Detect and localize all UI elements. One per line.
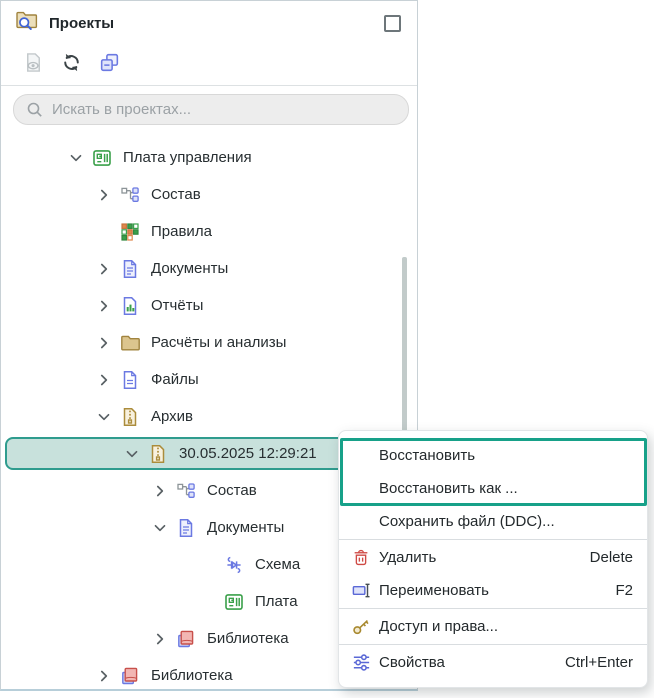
board-icon [223, 591, 245, 613]
chevron-right-icon[interactable] [153, 629, 175, 649]
icon-spacer [351, 445, 379, 467]
menu-item-label: Свойства [379, 654, 445, 671]
library-icon [175, 628, 197, 650]
tree-item-label: Расчёты и анализы [151, 334, 287, 351]
chevron-right-icon[interactable] [97, 259, 119, 279]
tree-row[interactable]: Отчёты [1, 287, 417, 324]
file-icon [119, 369, 141, 391]
report-icon [119, 295, 141, 317]
search-box [13, 94, 409, 125]
tree-item-label: Правила [151, 223, 212, 240]
doc-icon [175, 517, 197, 539]
icon-spacer [351, 511, 379, 533]
chevron-down-icon[interactable] [97, 407, 119, 427]
menu-separator [339, 539, 647, 540]
menu-item-shortcut: Ctrl+Enter [565, 654, 633, 671]
tree-item-label: Состав [151, 186, 201, 203]
chevron-right-icon[interactable] [97, 370, 119, 390]
collapse-all-icon [98, 51, 121, 77]
board-icon [91, 147, 113, 169]
rename-icon [351, 580, 379, 602]
chevron-down-icon[interactable] [153, 518, 175, 538]
tree-row[interactable]: Документы [1, 250, 417, 287]
menu-item[interactable]: Восстановить [339, 439, 647, 472]
menu-item[interactable]: Удалить Delete [339, 541, 647, 574]
sliders-icon [351, 652, 379, 674]
library-icon [119, 665, 141, 687]
tree-item-label: Архив [151, 408, 194, 425]
menu-item-label: Доступ и права... [379, 618, 498, 635]
doc-icon [119, 258, 141, 280]
archive-icon [147, 443, 169, 465]
float-window-button[interactable] [384, 14, 401, 32]
chevron-right-icon[interactable] [97, 185, 119, 205]
menu-item-label: Удалить [379, 549, 437, 566]
preview-document-button [21, 51, 46, 76]
structure-icon [175, 480, 197, 502]
tree-item-label: Плата управления [123, 149, 252, 166]
icon-spacer [351, 478, 379, 500]
chevron-right-icon[interactable] [97, 666, 119, 686]
tree-item-label: Файлы [151, 371, 199, 388]
tree-item-label: Схема [255, 556, 301, 573]
tree-item-label: Плата [255, 593, 298, 610]
menu-item-shortcut: Delete [589, 549, 633, 566]
menu-item[interactable]: Сохранить файл (DDC)... [339, 505, 647, 538]
context-menu: Восстановить Восстановить как ... Сохранит… [338, 430, 648, 688]
menu-separator [339, 644, 647, 645]
archive-icon [119, 406, 141, 428]
panel-header: Проекты [1, 1, 417, 45]
chevron-down-icon[interactable] [69, 148, 91, 168]
tree-item-label: Библиотека [207, 630, 289, 647]
tree-item-label: 30.05.2025 12:29:21 [179, 445, 317, 462]
menu-item-label: Сохранить файл (DDC)... [379, 513, 555, 530]
menu-item[interactable]: Доступ и права... [339, 610, 647, 643]
collapse-all-button[interactable] [97, 51, 122, 76]
rules-icon [119, 221, 141, 243]
chevron-down-icon[interactable] [125, 444, 147, 464]
tree-row[interactable]: Состав [1, 176, 417, 213]
key-icon [351, 616, 379, 638]
menu-separator [339, 608, 647, 609]
refresh-button[interactable] [59, 51, 84, 76]
chevron-right-icon[interactable] [97, 296, 119, 316]
menu-item[interactable]: Свойства Ctrl+Enter [339, 646, 647, 679]
toolbar [1, 45, 417, 86]
tree-item-label: Документы [207, 519, 285, 536]
menu-item-label: Переименовать [379, 582, 489, 599]
tree-item-label: Состав [207, 482, 257, 499]
menu-item-shortcut: F2 [615, 582, 633, 599]
refresh-icon [60, 51, 83, 77]
chevron-right-icon[interactable] [97, 333, 119, 353]
tree-row[interactable]: Расчёты и анализы [1, 324, 417, 361]
folder-icon [119, 332, 141, 354]
menu-item-label: Восстановить [379, 447, 476, 464]
trash-icon [351, 547, 379, 569]
menu-item[interactable]: Восстановить как ... [339, 472, 647, 505]
chevron-right-icon[interactable] [153, 481, 175, 501]
scrollbar-thumb[interactable] [402, 257, 407, 437]
menu-item[interactable]: Переименовать F2 [339, 574, 647, 607]
structure-icon [119, 184, 141, 206]
menu-item-label: Восстановить как ... [379, 480, 518, 497]
tree-row[interactable]: Плата управления [1, 139, 417, 176]
tree-item-label: Отчёты [151, 297, 204, 314]
doc-eye-icon [22, 51, 45, 77]
tree-row[interactable]: Файлы [1, 361, 417, 398]
tree-row[interactable]: Правила [1, 213, 417, 250]
panel-title: Проекты [49, 14, 115, 32]
tree-item-label: Документы [151, 260, 229, 277]
folder-search-icon [15, 9, 39, 37]
search-input[interactable] [13, 94, 409, 125]
tree-item-label: Библиотека [151, 667, 233, 684]
schematic-icon [223, 554, 245, 576]
